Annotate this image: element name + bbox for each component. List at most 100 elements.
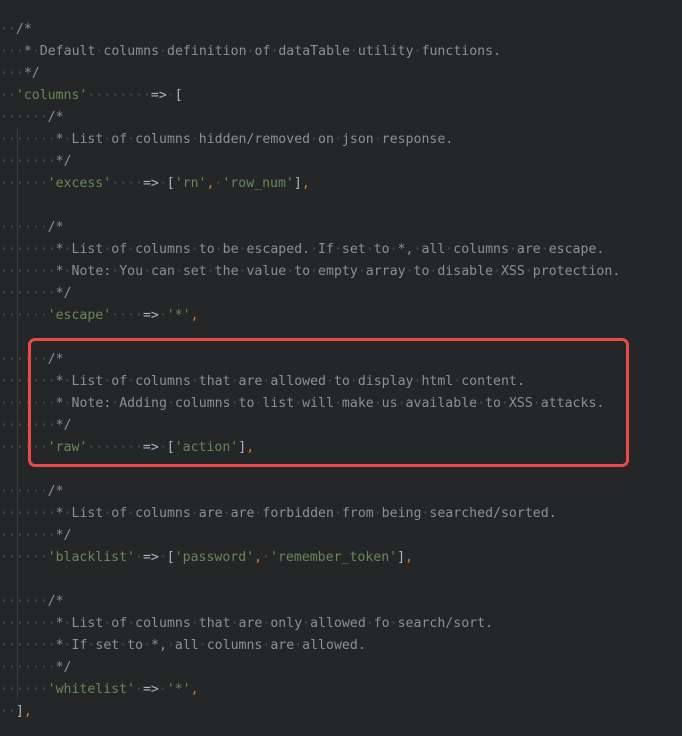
indent-whitespace: ······ (0, 440, 48, 455)
code-token-comma: , (405, 550, 413, 565)
indent-whitespace: ······ (0, 638, 48, 653)
code-token-op: => (150, 88, 167, 103)
code-line: ······/* (0, 591, 682, 613)
code-token-comment: ·*·Note:·You·can·set·the·value·to·empty·… (47, 264, 621, 279)
indent-whitespace: ······ (0, 352, 48, 367)
code-token-ws: · (134, 550, 143, 565)
code-token-comment: ·*/ (47, 154, 72, 169)
code-token-str: 'columns' (15, 88, 88, 103)
code-line: ·······*·List·of·columns·are·are·forbidd… (0, 503, 682, 525)
code-token-comment: ·*/ (15, 66, 40, 81)
code-token-bracket: [ (174, 88, 183, 103)
indent-whitespace: ······ (0, 154, 48, 169)
indent-whitespace: ······ (0, 682, 48, 697)
code-token-comment: ·*·List·of·columns·that·are·only·allowed… (47, 616, 494, 631)
code-line: ·······*/ (0, 525, 682, 547)
code-line: ·······*·List·of·columns·that·are·allowe… (0, 371, 682, 393)
code-line: ······/* (0, 481, 682, 503)
code-token-comment: /* (47, 110, 64, 125)
code-token-str: '*' (166, 682, 191, 697)
code-token-str: 'raw' (47, 440, 88, 455)
code-token-op: => (142, 440, 159, 455)
code-token-ws: ········ (87, 88, 151, 103)
indent-whitespace: ······ (0, 484, 48, 499)
indent-whitespace: ······ (0, 110, 48, 125)
code-line: ·······*·List·of·columns·to·be·escaped.·… (0, 239, 682, 261)
code-token-op: => (142, 176, 159, 191)
code-token-ws: ······· (87, 440, 143, 455)
indent-whitespace: ·· (0, 704, 16, 719)
code-token-bracket: ] (293, 176, 302, 191)
code-token-comma: , (190, 682, 199, 697)
code-token-comment: /* (47, 594, 64, 609)
indent-whitespace: ······ (0, 220, 48, 235)
code-token-str: 'row_num' (222, 176, 294, 191)
code-token-ws: · (134, 682, 143, 697)
code-token-ws: · (158, 176, 167, 191)
code-token-str: 'rn' (174, 176, 207, 191)
indent-whitespace: ······ (0, 528, 48, 543)
code-token-str: 'excess' (47, 176, 112, 191)
indent-whitespace: ······ (0, 550, 48, 565)
code-token-bracket: [ (166, 440, 175, 455)
indent-whitespace: ······ (0, 286, 48, 301)
indent-whitespace: ······ (0, 396, 48, 411)
code-token-op: => (142, 682, 159, 697)
indent-whitespace: ······ (0, 132, 48, 147)
code-line: ······'blacklist'·=>·['password',·'remem… (0, 547, 682, 569)
code-token-str: 'escape' (47, 308, 112, 323)
code-token-comment: ·*·List·of·columns·are·are·forbidden·fro… (47, 506, 557, 521)
indent-whitespace: ·· (0, 44, 16, 59)
code-token-str: '*' (166, 308, 191, 323)
code-token-comma: , (23, 704, 32, 719)
code-line: ···*·Default·columns·definition·of·dataT… (0, 41, 682, 63)
code-token-comment: /* (47, 220, 64, 235)
indent-guide (17, 129, 18, 699)
code-token-comment: /* (47, 484, 64, 499)
indent-whitespace: ······ (0, 176, 48, 191)
code-token-str: 'action' (174, 440, 239, 455)
code-token-ws: ···· (111, 176, 143, 191)
code-token-str: 'blacklist' (47, 550, 135, 565)
code-editor[interactable]: ··/* ···*·Default·columns·definition·of·d… (0, 19, 682, 723)
code-token-ws: · (158, 308, 167, 323)
code-token-comment: ·*·List·of·columns·hidden/removed·on·jso… (47, 132, 454, 147)
indent-whitespace: ······ (0, 418, 48, 433)
code-line: ·······*/ (0, 657, 682, 679)
code-line: ·······*·List·of·columns·hidden/removed·… (0, 129, 682, 151)
code-token-comma: , (246, 440, 255, 455)
code-token-op: => (142, 308, 159, 323)
code-token-ws: · (262, 550, 271, 565)
indent-whitespace: ·· (0, 66, 16, 81)
code-token-ws: · (158, 682, 167, 697)
indent-whitespace: ······ (0, 660, 48, 675)
code-line: ······'excess'····=>·['rn',·'row_num'], (0, 173, 682, 195)
code-line: ······'escape'····=>·'*', (0, 305, 682, 327)
code-token-str: 'remember_token' (270, 550, 398, 565)
indent-whitespace: ······ (0, 308, 48, 323)
code-line: ··], (0, 701, 682, 723)
code-line: ······'whitelist'·=>·'*', (0, 679, 682, 701)
code-token-str: 'whitelist' (47, 682, 135, 697)
code-token-bracket: ] (238, 440, 247, 455)
indent-whitespace: ······ (0, 264, 48, 279)
code-line: ·······*·Note:·You·can·set·the·value·to·… (0, 261, 682, 283)
code-line: ······/* (0, 349, 682, 371)
indent-whitespace: ······ (0, 242, 48, 257)
indent-whitespace: ·· (0, 22, 16, 37)
code-line: ·······*/ (0, 415, 682, 437)
indent-whitespace: ······ (0, 594, 48, 609)
code-line: ···*/ (0, 63, 682, 85)
code-token-comma: , (301, 176, 310, 191)
code-token-ws: · (166, 88, 175, 103)
code-token-comment: ·*·List·of·columns·to·be·escaped.·If·set… (47, 242, 605, 257)
code-line: ·······*/ (0, 151, 682, 173)
code-token-ws: ···· (111, 308, 143, 323)
code-token-ws: · (158, 440, 167, 455)
code-token-ws: · (158, 550, 167, 565)
indent-whitespace: ······ (0, 374, 48, 389)
code-token-comment: ·*/ (47, 528, 72, 543)
